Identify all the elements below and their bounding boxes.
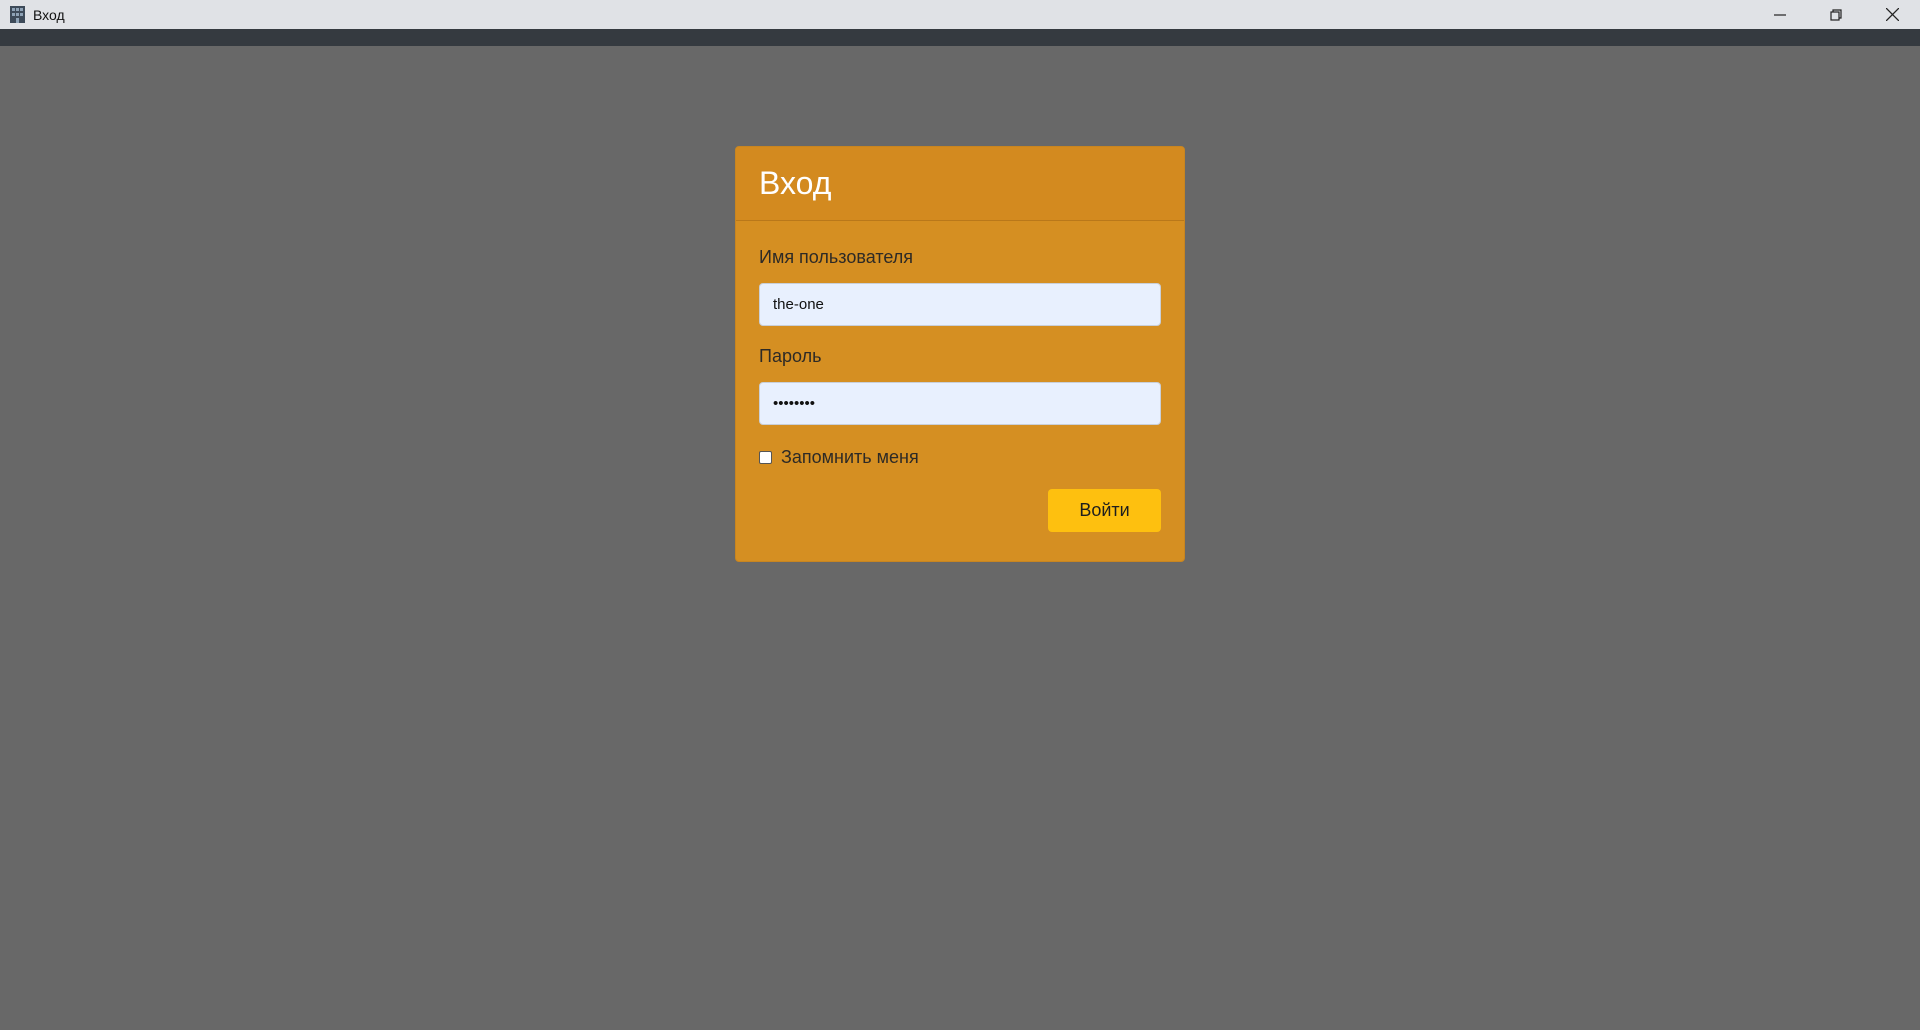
remember-me-row: Запомнить меня xyxy=(759,446,1161,468)
password-label: Пароль xyxy=(759,346,822,366)
building-icon xyxy=(8,5,27,24)
remember-me-label[interactable]: Запомнить меня xyxy=(781,447,919,468)
username-input[interactable] xyxy=(759,283,1161,326)
remember-me-checkbox[interactable] xyxy=(759,450,772,464)
window-controls xyxy=(1752,0,1920,29)
login-title: Вход xyxy=(759,165,832,201)
minimize-button[interactable] xyxy=(1752,0,1808,29)
password-input[interactable] xyxy=(759,382,1161,425)
window-titlebar: Вход xyxy=(0,0,1920,29)
button-row: Войти xyxy=(759,489,1161,532)
close-icon xyxy=(1885,8,1899,21)
login-card-header: Вход xyxy=(736,147,1184,221)
restore-icon xyxy=(1830,8,1842,21)
window-title: Вход xyxy=(33,6,65,23)
close-button[interactable] xyxy=(1864,0,1920,29)
restore-button[interactable] xyxy=(1808,0,1864,29)
login-card: Вход Имя пользователя Пароль Запомнить м… xyxy=(735,146,1185,562)
minimize-icon xyxy=(1774,13,1786,16)
dark-top-strip xyxy=(0,29,1920,46)
login-form: Имя пользователя Пароль Запомнить меня В… xyxy=(736,247,1184,532)
username-label: Имя пользователя xyxy=(759,247,914,267)
login-button[interactable]: Войти xyxy=(1048,489,1161,532)
